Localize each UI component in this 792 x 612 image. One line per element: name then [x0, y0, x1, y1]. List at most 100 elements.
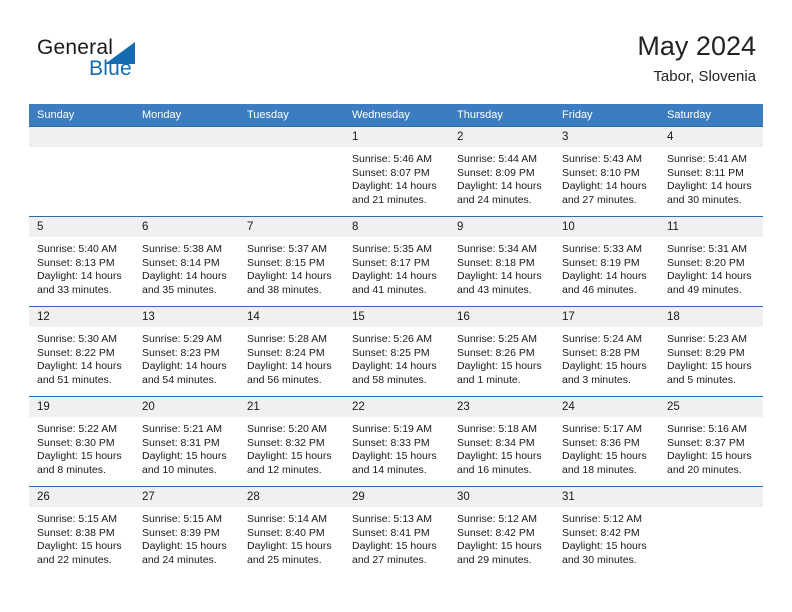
calendar-day-cell[interactable]: 18 Sunrise: 5:23 AM Sunset: 8:29 PM Dayligh… [659, 306, 763, 397]
weekday-header-sunday: Sunday [29, 104, 134, 127]
calendar-day-cell-empty [134, 126, 239, 217]
sunrise-text: Sunrise: 5:12 AM [562, 513, 642, 525]
daylight-text-line1: Daylight: 14 hours [562, 180, 647, 193]
daylight-text-line2: and 54 minutes. [142, 373, 217, 386]
sunset-text: Sunset: 8:32 PM [247, 436, 325, 449]
daylight-text-line1: Daylight: 15 hours [37, 450, 122, 463]
page-header: General Blue May 2024 Tabor, Slovenia [0, 0, 792, 104]
daylight-text-line2: and 14 minutes. [352, 463, 427, 476]
calendar-day-cell-empty [239, 126, 344, 217]
daylight-text-line1: Daylight: 15 hours [352, 450, 437, 463]
brand-name-blue: Blue [89, 57, 132, 80]
page-subtitle: Tabor, Slovenia [653, 68, 756, 85]
sunset-text: Sunset: 8:25 PM [352, 346, 430, 359]
day-number: 28 [239, 487, 344, 507]
calendar-day-cell[interactable]: 7 Sunrise: 5:37 AM Sunset: 8:15 PM Daylight… [239, 216, 344, 307]
calendar-day-cell[interactable]: 1 Sunrise: 5:46 AM Sunset: 8:07 PM Daylight… [344, 126, 449, 217]
calendar-day-cell[interactable]: 27 Sunrise: 5:15 AM Sunset: 8:39 PM Dayligh… [134, 486, 239, 576]
calendar-day-cell[interactable]: 3 Sunrise: 5:43 AM Sunset: 8:10 PM Daylight… [554, 126, 659, 217]
calendar-day-cell[interactable]: 22 Sunrise: 5:19 AM Sunset: 8:33 PM Dayligh… [344, 396, 449, 487]
brand-logo[interactable]: General Blue [37, 36, 237, 86]
sunset-text: Sunset: 8:36 PM [562, 436, 640, 449]
calendar-day-cell[interactable]: 15 Sunrise: 5:26 AM Sunset: 8:25 PM Dayligh… [344, 306, 449, 397]
calendar-body: 1 Sunrise: 5:46 AM Sunset: 8:07 PM Daylight… [29, 126, 763, 576]
sunrise-text: Sunrise: 5:35 AM [352, 243, 432, 255]
daylight-text-line1: Daylight: 14 hours [247, 270, 332, 283]
calendar-day-cell[interactable]: 10 Sunrise: 5:33 AM Sunset: 8:19 PM Dayligh… [554, 216, 659, 307]
daylight-text-line2: and 27 minutes. [562, 193, 637, 206]
daylight-text-line2: and 49 minutes. [667, 283, 742, 296]
calendar-day-cell-empty [29, 126, 134, 217]
day-details: Sunrise: 5:20 AM Sunset: 8:32 PM Daylight:… [239, 417, 344, 477]
daylight-text-line2: and 5 minutes. [667, 373, 736, 386]
day-number: 14 [239, 307, 344, 327]
daylight-text-line2: and 56 minutes. [247, 373, 322, 386]
calendar-day-cell[interactable]: 2 Sunrise: 5:44 AM Sunset: 8:09 PM Daylight… [449, 126, 554, 217]
daylight-text-line2: and 35 minutes. [142, 283, 217, 296]
daylight-text-line2: and 8 minutes. [37, 463, 106, 476]
sunrise-text: Sunrise: 5:23 AM [667, 333, 747, 345]
sunset-text: Sunset: 8:39 PM [142, 526, 220, 539]
calendar-day-cell[interactable]: 16 Sunrise: 5:25 AM Sunset: 8:26 PM Dayligh… [449, 306, 554, 397]
sunset-text: Sunset: 8:34 PM [457, 436, 535, 449]
calendar-day-cell[interactable]: 23 Sunrise: 5:18 AM Sunset: 8:34 PM Dayligh… [449, 396, 554, 487]
day-number: 13 [134, 307, 239, 327]
calendar-day-cell[interactable]: 8 Sunrise: 5:35 AM Sunset: 8:17 PM Daylight… [344, 216, 449, 307]
calendar-day-cell[interactable]: 13 Sunrise: 5:29 AM Sunset: 8:23 PM Dayligh… [134, 306, 239, 397]
calendar-day-cell[interactable]: 5 Sunrise: 5:40 AM Sunset: 8:13 PM Daylight… [29, 216, 134, 307]
sunset-text: Sunset: 8:30 PM [37, 436, 115, 449]
calendar-day-cell[interactable]: 12 Sunrise: 5:30 AM Sunset: 8:22 PM Dayligh… [29, 306, 134, 397]
calendar-day-cell[interactable]: 25 Sunrise: 5:16 AM Sunset: 8:37 PM Dayligh… [659, 396, 763, 487]
day-number: 12 [29, 307, 134, 327]
calendar-week-row: 26 Sunrise: 5:15 AM Sunset: 8:38 PM Dayligh… [29, 486, 763, 576]
weekday-header-monday: Monday [134, 104, 239, 127]
sunset-text: Sunset: 8:14 PM [142, 256, 220, 269]
daylight-text-line1: Daylight: 15 hours [37, 540, 122, 553]
calendar-day-cell[interactable]: 14 Sunrise: 5:28 AM Sunset: 8:24 PM Dayligh… [239, 306, 344, 397]
sunrise-text: Sunrise: 5:44 AM [457, 153, 537, 165]
sunset-text: Sunset: 8:37 PM [667, 436, 745, 449]
daylight-text-line1: Daylight: 15 hours [352, 540, 437, 553]
sunrise-text: Sunrise: 5:34 AM [457, 243, 537, 255]
calendar-day-cell[interactable]: 19 Sunrise: 5:22 AM Sunset: 8:30 PM Dayligh… [29, 396, 134, 487]
calendar-day-cell[interactable]: 9 Sunrise: 5:34 AM Sunset: 8:18 PM Daylight… [449, 216, 554, 307]
calendar-day-cell[interactable]: 4 Sunrise: 5:41 AM Sunset: 8:11 PM Daylight… [659, 126, 763, 217]
sunrise-text: Sunrise: 5:37 AM [247, 243, 327, 255]
calendar-header-row: Sunday Monday Tuesday Wednesday Thursday… [29, 104, 763, 127]
day-number [239, 127, 344, 147]
day-details: Sunrise: 5:22 AM Sunset: 8:30 PM Daylight:… [29, 417, 134, 477]
daylight-text-line2: and 30 minutes. [562, 553, 637, 566]
calendar-day-cell[interactable]: 31 Sunrise: 5:12 AM Sunset: 8:42 PM Dayligh… [554, 486, 659, 576]
sunset-text: Sunset: 8:10 PM [562, 166, 640, 179]
calendar-day-cell[interactable]: 28 Sunrise: 5:14 AM Sunset: 8:40 PM Dayligh… [239, 486, 344, 576]
calendar-day-cell[interactable]: 17 Sunrise: 5:24 AM Sunset: 8:28 PM Dayligh… [554, 306, 659, 397]
daylight-text-line1: Daylight: 15 hours [667, 450, 752, 463]
day-number [134, 127, 239, 147]
sunrise-text: Sunrise: 5:20 AM [247, 423, 327, 435]
calendar-day-cell[interactable]: 6 Sunrise: 5:38 AM Sunset: 8:14 PM Daylight… [134, 216, 239, 307]
daylight-text-line1: Daylight: 15 hours [562, 360, 647, 373]
sunset-text: Sunset: 8:38 PM [37, 526, 115, 539]
calendar-day-cell[interactable]: 20 Sunrise: 5:21 AM Sunset: 8:31 PM Dayligh… [134, 396, 239, 487]
calendar-day-cell[interactable]: 30 Sunrise: 5:12 AM Sunset: 8:42 PM Dayligh… [449, 486, 554, 576]
calendar-page: General Blue May 2024 Tabor, Slovenia Su… [0, 0, 792, 612]
day-details: Sunrise: 5:40 AM Sunset: 8:13 PM Daylight:… [29, 237, 134, 297]
day-number: 24 [554, 397, 659, 417]
calendar-day-cell[interactable]: 26 Sunrise: 5:15 AM Sunset: 8:38 PM Dayligh… [29, 486, 134, 576]
sunrise-text: Sunrise: 5:22 AM [37, 423, 117, 435]
sunrise-text: Sunrise: 5:14 AM [247, 513, 327, 525]
day-number: 18 [659, 307, 763, 327]
calendar-day-cell[interactable]: 29 Sunrise: 5:13 AM Sunset: 8:41 PM Dayligh… [344, 486, 449, 576]
calendar-day-cell[interactable]: 11 Sunrise: 5:31 AM Sunset: 8:20 PM Dayligh… [659, 216, 763, 307]
sunrise-text: Sunrise: 5:46 AM [352, 153, 432, 165]
day-details: Sunrise: 5:17 AM Sunset: 8:36 PM Daylight:… [554, 417, 659, 477]
daylight-text-line1: Daylight: 15 hours [667, 360, 752, 373]
calendar-day-cell[interactable]: 24 Sunrise: 5:17 AM Sunset: 8:36 PM Dayligh… [554, 396, 659, 487]
day-number: 22 [344, 397, 449, 417]
daylight-text-line1: Daylight: 15 hours [562, 450, 647, 463]
calendar-day-cell[interactable]: 21 Sunrise: 5:20 AM Sunset: 8:32 PM Dayligh… [239, 396, 344, 487]
day-number: 11 [659, 217, 763, 237]
daylight-text-line2: and 33 minutes. [37, 283, 112, 296]
sunrise-text: Sunrise: 5:15 AM [142, 513, 222, 525]
daylight-text-line2: and 18 minutes. [562, 463, 637, 476]
